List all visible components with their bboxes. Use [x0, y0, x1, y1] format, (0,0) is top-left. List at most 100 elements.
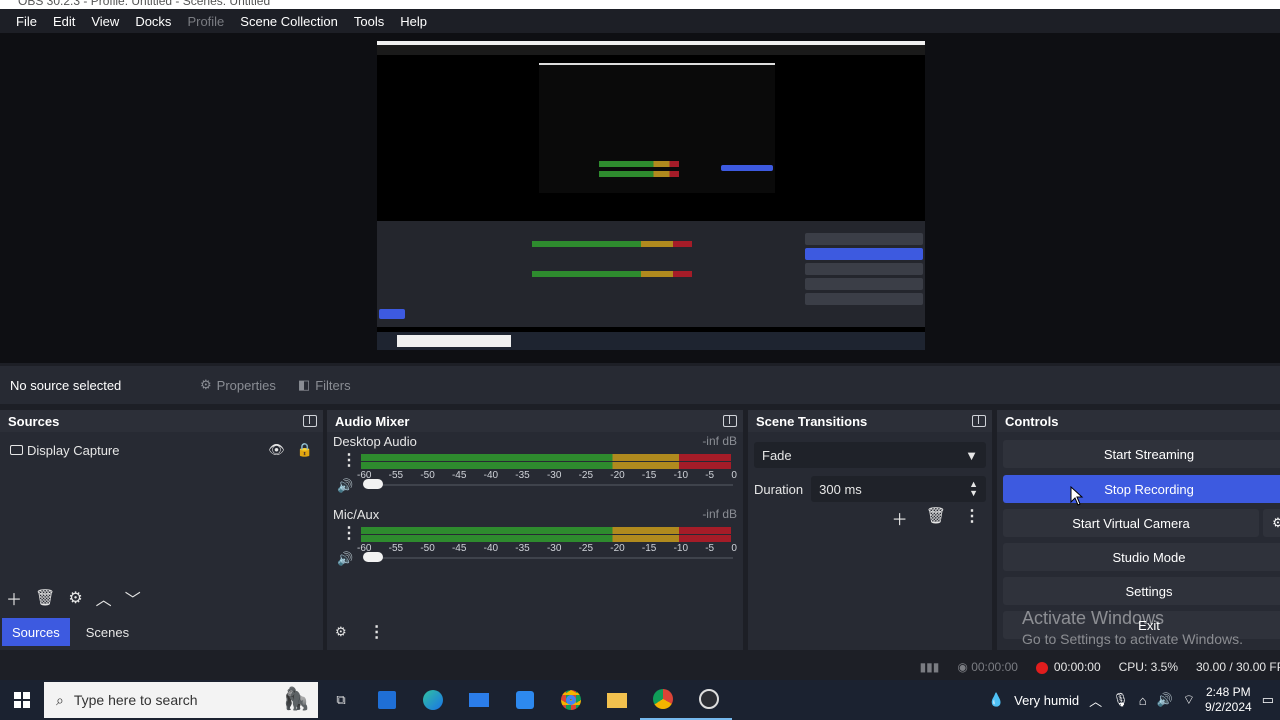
menu-profile[interactable]: Profile	[179, 14, 232, 29]
kebab-icon[interactable]: ⋮	[341, 523, 357, 543]
obs-icon[interactable]	[686, 680, 732, 720]
no-source-label: No source selected	[10, 377, 122, 393]
filters-button[interactable]: ◧ Filters	[298, 377, 351, 393]
properties-label: Properties	[216, 377, 276, 393]
menu-file[interactable]: File	[8, 14, 45, 29]
exit-button[interactable]: Exit	[1003, 611, 1280, 639]
search-icon: ⌕	[56, 691, 64, 708]
volume-slider[interactable]	[365, 557, 733, 559]
taskbar-search[interactable]: ⌕ Type here to search 🦍	[44, 682, 318, 718]
virtual-camera-gear-icon[interactable]: ⚙	[1263, 509, 1280, 537]
volume-meter	[361, 527, 731, 543]
controls-header: Controls	[997, 410, 1280, 432]
network-tray-icon[interactable]: ⌂	[1139, 693, 1147, 708]
windows-start-icon[interactable]	[0, 680, 44, 720]
mixer-channel-mic: Mic/Aux -inf dB ⋮ -60 -55 -50 -45 -40 -35 -30 -2…	[327, 505, 743, 578]
dock-tabs: Sources Scenes	[0, 614, 323, 650]
spin-arrows-icon[interactable]: ▲ ▼	[969, 480, 978, 498]
source-item-display-capture[interactable]: Display Capture 👁 🔒	[0, 438, 323, 462]
nested-ctrl-button	[805, 263, 923, 275]
nested-tab	[379, 309, 405, 319]
move-down-icon[interactable]: ﹀	[125, 586, 141, 610]
network-icon: ▮▮▮	[919, 660, 940, 674]
sources-toolbar: ＋ 🗑 ⚙ ︿ ﹀	[6, 586, 141, 610]
speaker-icon[interactable]: 🔊	[337, 551, 353, 567]
settings-button[interactable]: Settings	[1003, 577, 1280, 605]
clock[interactable]: 2:48 PM 9/2/2024	[1205, 685, 1252, 715]
gear-icon[interactable]: ⚙	[68, 588, 82, 608]
menu-docks[interactable]: Docks	[127, 14, 179, 29]
record-time: 00:00:00	[1053, 660, 1101, 674]
nested-meter	[599, 161, 679, 167]
download-app-icon[interactable]	[502, 680, 548, 720]
wifi-icon[interactable]: ⌔	[1183, 692, 1195, 708]
properties-button[interactable]: ⚙ Properties	[200, 377, 276, 393]
volume-slider-knob[interactable]	[363, 552, 383, 562]
notification-icon[interactable]: ▭	[1262, 692, 1274, 708]
tab-sources[interactable]: Sources	[2, 618, 70, 646]
move-up-icon[interactable]: ︿	[96, 586, 112, 610]
chrome-active-icon[interactable]	[640, 680, 686, 720]
start-streaming-button[interactable]: Start Streaming	[1003, 440, 1280, 468]
eye-icon[interactable]: 👁	[268, 442, 285, 458]
audio-mixer-panel: Audio Mixer Desktop Audio -inf dB ⋮ -60 -5…	[327, 410, 743, 650]
chrome-icon[interactable]	[548, 680, 594, 720]
kebab-icon[interactable]: ⋮	[369, 622, 385, 642]
nested-stop-button	[721, 165, 773, 171]
trash-icon[interactable]: 🗑	[35, 588, 55, 608]
record-status: 00:00:00	[1035, 660, 1101, 674]
record-indicator-icon	[1035, 661, 1048, 674]
add-icon[interactable]: ＋	[6, 586, 22, 610]
stop-recording-button[interactable]: Stop Recording	[1003, 475, 1280, 503]
menu-help[interactable]: Help	[392, 14, 435, 29]
file-explorer-icon[interactable]	[594, 680, 640, 720]
menu-bar: File Edit View Docks Profile Scene Colle…	[0, 9, 1280, 33]
menu-tools[interactable]: Tools	[346, 14, 392, 29]
studio-mode-button[interactable]: Studio Mode	[1003, 543, 1280, 571]
menu-view[interactable]: View	[83, 14, 127, 29]
mail-icon[interactable]	[456, 680, 502, 720]
mixer-header: Audio Mixer	[327, 410, 743, 432]
task-view-icon[interactable]: ⧉	[318, 680, 364, 720]
menu-edit[interactable]: Edit	[45, 14, 83, 29]
kebab-icon[interactable]: ⋮	[964, 506, 980, 530]
undock-icon[interactable]	[972, 415, 986, 427]
mouse-cursor-icon	[1070, 486, 1084, 506]
monitor-icon	[10, 445, 23, 455]
duration-spinbox[interactable]: 300 ms ▲ ▼	[811, 476, 986, 502]
tab-scenes[interactable]: Scenes	[76, 618, 139, 646]
edge-icon[interactable]	[410, 680, 456, 720]
clock-time: 2:48 PM	[1205, 685, 1251, 699]
volume-tray-icon[interactable]: 🔊	[1157, 692, 1173, 708]
chevron-up-icon[interactable]: ︿	[1089, 691, 1102, 710]
speaker-icon[interactable]: 🔊	[337, 478, 353, 494]
nested-preview-docks	[377, 221, 925, 327]
add-icon[interactable]: ＋	[892, 506, 908, 530]
transition-select[interactable]: Fade ▼	[754, 442, 986, 468]
nested-ctrl-button	[805, 293, 923, 305]
menu-scene-collection[interactable]: Scene Collection	[232, 14, 346, 29]
windows-taskbar: ⌕ Type here to search 🦍 ⧉ 💧 Very humid ︿…	[0, 680, 1280, 720]
meter-scale: -60 -55 -50 -45 -40 -35 -30 -25 -20 -15 -10 -5 0	[357, 470, 737, 481]
undock-icon[interactable]	[303, 415, 317, 427]
chevron-down-icon: ▼	[965, 447, 978, 463]
store-icon[interactable]	[364, 680, 410, 720]
filters-label: Filters	[315, 377, 351, 393]
microphone-icon[interactable]: 🎙	[1112, 692, 1129, 708]
volume-slider-knob[interactable]	[363, 479, 383, 489]
weather-text[interactable]: Very humid	[1014, 693, 1079, 708]
volume-slider[interactable]	[365, 484, 733, 486]
transitions-header: Scene Transitions	[748, 410, 992, 432]
nested-searchbox	[397, 335, 511, 347]
weather-icon[interactable]: 💧	[988, 692, 1004, 708]
stream-time: 00:00:00	[971, 660, 1018, 674]
kebab-icon[interactable]: ⋮	[341, 450, 357, 470]
sources-panel: Sources Display Capture 👁 🔒 ＋ 🗑 ⚙ ︿ ﹀ So…	[0, 410, 323, 650]
mixer-channel-desktop: Desktop Audio -inf dB ⋮ -60 -55 -50 -45 -40 -3…	[327, 432, 743, 505]
trash-icon[interactable]: 🗑	[926, 506, 946, 530]
advanced-audio-icon[interactable]: ⚙	[335, 624, 347, 640]
lock-icon[interactable]: 🔒	[297, 442, 313, 458]
preview-canvas[interactable]	[377, 41, 925, 350]
start-virtual-camera-button[interactable]: Start Virtual Camera	[1003, 509, 1259, 537]
undock-icon[interactable]	[723, 415, 737, 427]
